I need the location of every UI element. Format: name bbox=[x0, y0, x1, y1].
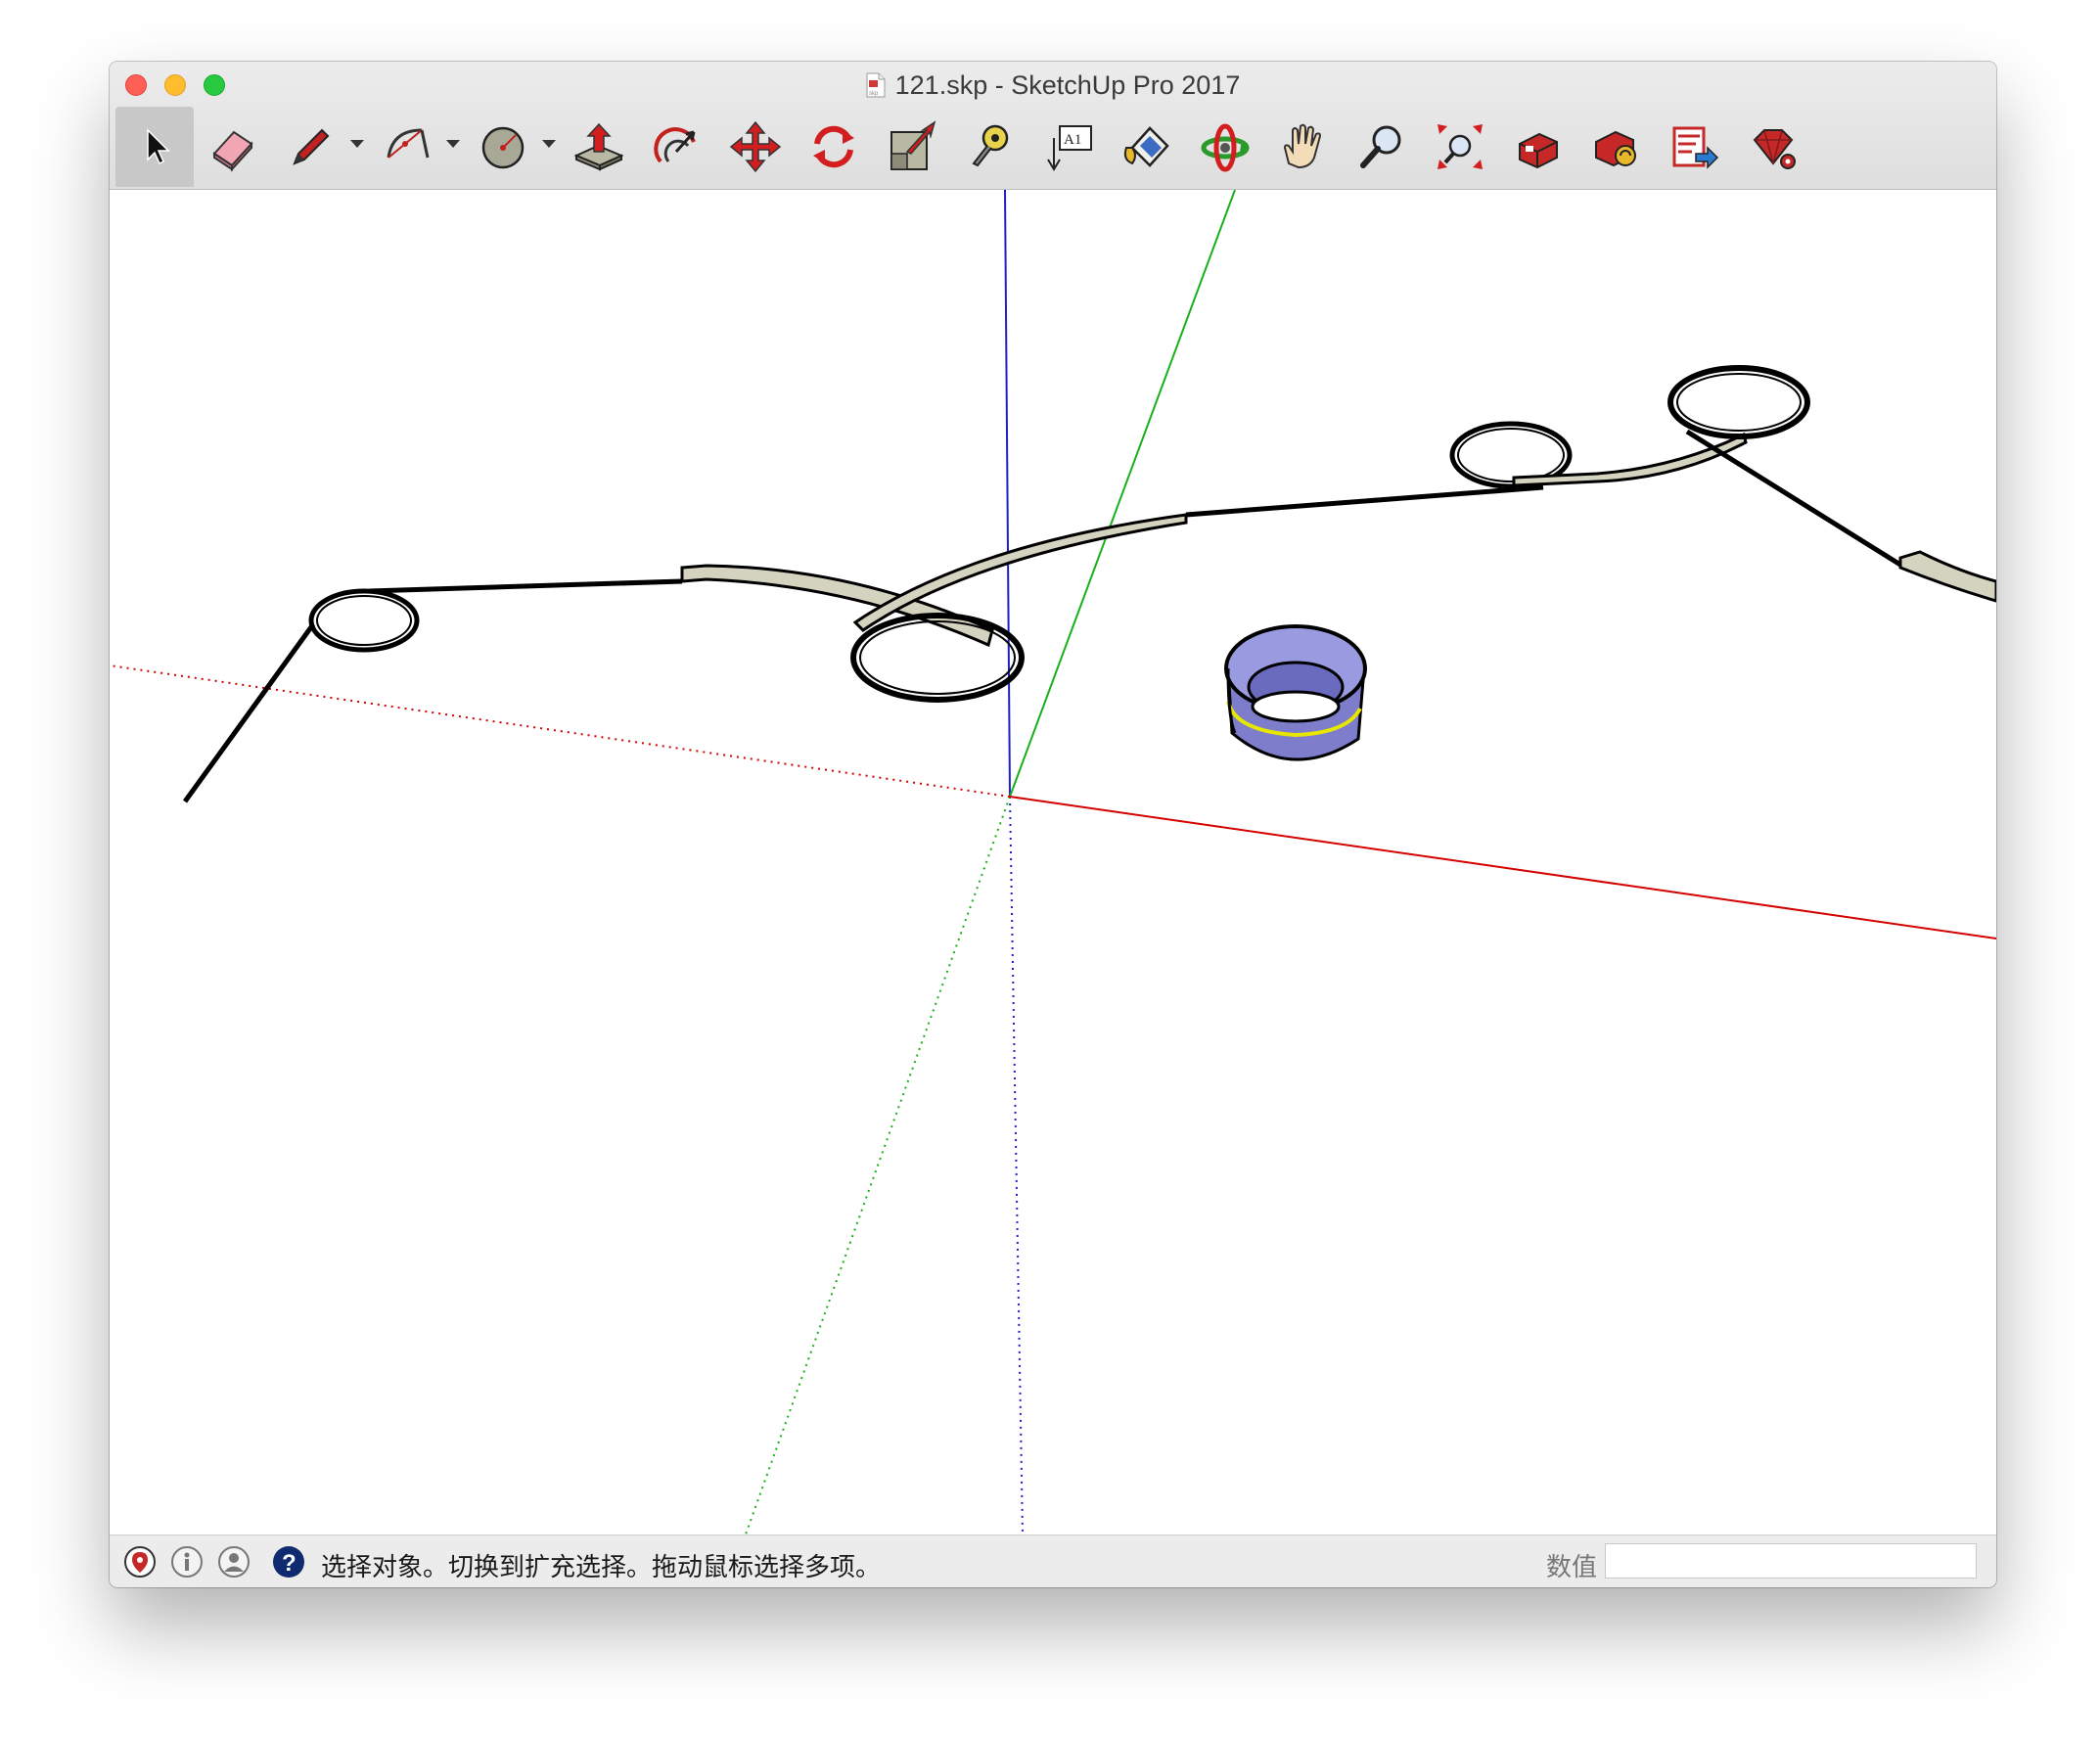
ring-small-left[interactable] bbox=[308, 588, 420, 653]
tape-measure-tool-button[interactable] bbox=[951, 107, 1029, 187]
circle-shape-icon bbox=[481, 126, 525, 169]
scale-icon bbox=[890, 120, 936, 170]
measurements-label: 数值 bbox=[1546, 1552, 1598, 1581]
help-icon[interactable]: ? bbox=[272, 1545, 305, 1579]
extension-warehouse-tool-button[interactable] bbox=[1577, 107, 1656, 187]
straight-edge-upper-left[interactable] bbox=[368, 578, 683, 594]
shapes-tool-button[interactable] bbox=[464, 107, 542, 187]
offset-tool-button[interactable] bbox=[638, 107, 716, 187]
diagonal-edge-left[interactable] bbox=[182, 622, 316, 803]
svg-text:?: ? bbox=[282, 1550, 297, 1577]
status-message: 选择对象。切换到扩充选择。拖动鼠标选择多项。 bbox=[321, 1552, 882, 1581]
offset-icon bbox=[654, 127, 696, 163]
tape-measure-icon bbox=[972, 124, 1009, 167]
orbit-icon bbox=[1201, 123, 1250, 172]
z-axis-positive bbox=[1004, 190, 1011, 798]
window-title: 121.skp - SketchUp Pro 2017 bbox=[894, 69, 1241, 100]
paint-bucket-icon bbox=[1123, 126, 1169, 167]
eraser-tool-button[interactable] bbox=[194, 107, 272, 187]
scale-tool-button[interactable] bbox=[873, 107, 951, 187]
zoom-extents-icon bbox=[1438, 124, 1483, 169]
main-toolbar: A1 bbox=[115, 107, 1975, 187]
eraser-icon bbox=[212, 130, 253, 172]
paint-bucket-tool-button[interactable] bbox=[1108, 107, 1186, 187]
ring-large-center[interactable] bbox=[850, 613, 1025, 703]
credits-icon[interactable] bbox=[170, 1545, 204, 1579]
svg-text:A1: A1 bbox=[1064, 132, 1081, 148]
arc-tool-button[interactable] bbox=[368, 107, 446, 187]
orbit-tool-button[interactable] bbox=[1186, 107, 1264, 187]
arc-icon bbox=[387, 128, 430, 159]
move-tool-button[interactable] bbox=[716, 107, 795, 187]
zoom-extents-tool-button[interactable] bbox=[1421, 107, 1499, 187]
extension-warehouse-icon bbox=[1595, 130, 1636, 167]
ruby-gem-icon bbox=[1753, 129, 1796, 169]
magnifier-icon bbox=[1360, 125, 1401, 168]
modeling-viewport[interactable] bbox=[110, 190, 1996, 1534]
svg-text:skp: skp bbox=[869, 91, 879, 97]
cylinder-component[interactable] bbox=[1224, 624, 1367, 761]
warehouse-icon bbox=[1519, 132, 1558, 169]
line-tool-button[interactable] bbox=[272, 107, 350, 187]
rotate-icon bbox=[813, 125, 854, 168]
text-label-icon: A1 bbox=[1047, 125, 1092, 171]
text-tool-button[interactable]: A1 bbox=[1029, 107, 1108, 187]
x-axis-positive bbox=[1009, 796, 1996, 939]
ring-upper-right[interactable] bbox=[1667, 365, 1810, 439]
push-pull-icon bbox=[573, 122, 624, 171]
pencil-icon bbox=[293, 128, 330, 165]
z-axis-negative bbox=[1009, 796, 1024, 1534]
send-to-layout-tool-button[interactable] bbox=[1656, 107, 1734, 187]
y-axis-negative bbox=[745, 796, 1011, 1534]
push-pull-tool-button[interactable] bbox=[560, 107, 638, 187]
measurements-input[interactable] bbox=[1605, 1543, 1977, 1579]
3d-warehouse-tool-button[interactable] bbox=[1499, 107, 1577, 187]
ruby-console-tool-button[interactable] bbox=[1734, 107, 1812, 187]
status-bar: ? 选择对象。切换到扩充选择。拖动鼠标选择多项。 数值 bbox=[110, 1534, 1996, 1587]
title-bar: skp 121.skp - SketchUp Pro 2017 A1 bbox=[110, 62, 1996, 190]
line-tool-dropdown-caret[interactable] bbox=[350, 140, 364, 148]
model-canvas[interactable] bbox=[110, 190, 1996, 1534]
arrow-cursor-icon bbox=[147, 128, 170, 165]
zoom-tool-button[interactable] bbox=[1343, 107, 1421, 187]
layout-icon bbox=[1672, 126, 1719, 169]
rotate-tool-button[interactable] bbox=[795, 107, 873, 187]
skp-document-icon: skp bbox=[866, 72, 886, 98]
curved-face-strip-right[interactable] bbox=[1512, 432, 1748, 487]
y-axis-positive bbox=[1009, 190, 1236, 798]
move-arrows-icon bbox=[729, 120, 782, 173]
arc-tool-dropdown-caret[interactable] bbox=[446, 140, 460, 148]
pan-tool-button[interactable] bbox=[1264, 107, 1343, 187]
window-title-group: skp 121.skp - SketchUp Pro 2017 bbox=[110, 68, 1996, 103]
geo-location-icon[interactable] bbox=[123, 1545, 157, 1579]
user-account-icon[interactable] bbox=[217, 1545, 251, 1579]
curved-face-strip-far-right[interactable] bbox=[1898, 550, 1996, 603]
select-tool-button[interactable] bbox=[115, 107, 194, 187]
diagonal-edge-right[interactable] bbox=[1685, 429, 1902, 568]
straight-edge-upper-center[interactable] bbox=[1185, 484, 1544, 518]
hand-icon bbox=[1283, 123, 1322, 169]
shapes-tool-dropdown-caret[interactable] bbox=[542, 140, 556, 148]
sketchup-window: skp 121.skp - SketchUp Pro 2017 A1 ? 选择对… bbox=[110, 62, 1996, 1587]
